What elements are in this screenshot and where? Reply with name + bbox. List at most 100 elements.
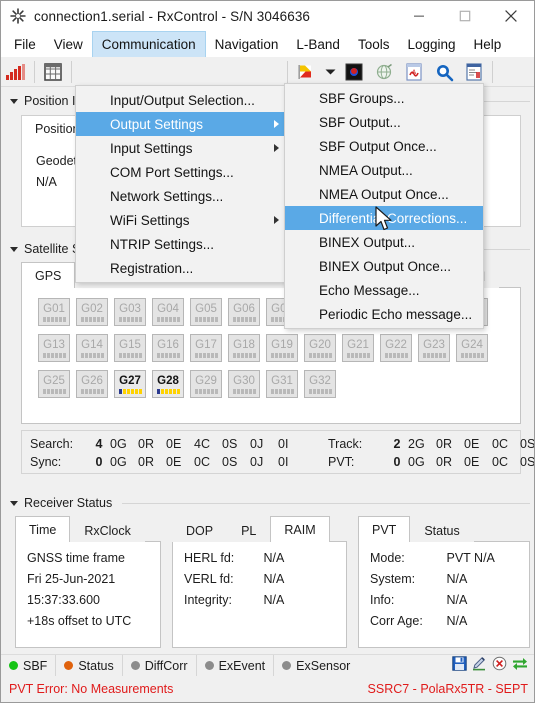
tab-status[interactable]: Status (410, 518, 474, 542)
counter-cell: 2G (408, 437, 425, 451)
receiver-status-panels: Time RxClock GNSS time frame Fri 25-Jun-… (15, 516, 530, 648)
menu-item-registration[interactable]: Registration... (76, 256, 288, 280)
time-pane: GNSS time frame Fri 25-Jun-2021 15:37:33… (15, 542, 161, 648)
satellite-g02[interactable]: G02 (76, 298, 108, 326)
menu-item-ntrip-settings[interactable]: NTRIP Settings... (76, 232, 288, 256)
submenu-item-sbf-output-once[interactable]: SBF Output Once... (285, 134, 483, 158)
satellite-g20[interactable]: G20 (304, 334, 336, 362)
maximize-button[interactable] (442, 1, 488, 31)
satellite-g16[interactable]: G16 (152, 334, 184, 362)
status-exsensor[interactable]: ExSensor (274, 655, 358, 677)
satellite-g06[interactable]: G06 (228, 298, 260, 326)
collapse-triangle-icon[interactable] (10, 98, 18, 104)
menu-item-label: SBF Groups... (319, 90, 405, 106)
report-icon[interactable] (459, 58, 489, 86)
satellite-g15[interactable]: G15 (114, 334, 146, 362)
menu-item-input-settings[interactable]: Input Settings (76, 136, 288, 160)
satellite-g04[interactable]: G04 (152, 298, 184, 326)
satellite-g25[interactable]: G25 (38, 370, 70, 398)
menu-item-output-settings[interactable]: Output Settings (76, 112, 288, 136)
menu-item-com-port-settings[interactable]: COM Port Settings... (76, 160, 288, 184)
satellite-g18[interactable]: G18 (228, 334, 260, 362)
counter-cell: 0E (464, 455, 480, 469)
satellite-g17[interactable]: G17 (190, 334, 222, 362)
submenu-item-echo-message[interactable]: Echo Message... (285, 278, 483, 302)
tab-rxclock[interactable]: RxClock (70, 518, 145, 542)
menu-item-wifi-settings[interactable]: WiFi Settings (76, 208, 288, 232)
toolbar-separator (34, 60, 35, 83)
satellite-g24[interactable]: G24 (456, 334, 488, 362)
status-exevent[interactable]: ExEvent (197, 654, 275, 677)
submenu-item-sbf-groups[interactable]: SBF Groups... (285, 86, 483, 110)
menu-navigation[interactable]: Navigation (206, 31, 288, 57)
log-pen-icon[interactable] (472, 656, 487, 676)
satellite-label: G30 (233, 375, 255, 387)
satellite-g19[interactable]: G19 (266, 334, 298, 362)
globe-icon[interactable] (369, 58, 399, 86)
pvt-key: Corr Age: (370, 614, 423, 628)
search-icon[interactable] (429, 58, 459, 86)
dropdown-caret-icon[interactable] (321, 68, 339, 76)
menu-view[interactable]: View (45, 31, 92, 57)
grid-table-icon[interactable] (38, 58, 68, 86)
satellite-g29[interactable]: G29 (190, 370, 222, 398)
status-diffcorr[interactable]: DiffCorr (123, 654, 197, 677)
satellite-g32[interactable]: G32 (304, 370, 336, 398)
menu-file[interactable]: File (5, 31, 45, 57)
tab-pl[interactable]: PL (227, 518, 271, 542)
satellite-g14[interactable]: G14 (76, 334, 108, 362)
signal-bars-icon[interactable] (1, 58, 31, 86)
satellite-g27[interactable]: G27 (114, 370, 146, 398)
satellite-g31[interactable]: G31 (266, 370, 298, 398)
counter-cell: 0E (166, 455, 182, 469)
satellite-g21[interactable]: G21 (342, 334, 374, 362)
raim-key: Integrity: (184, 593, 232, 607)
status-sbf[interactable]: SBF (1, 654, 57, 677)
receiver-status-header[interactable]: Receiver Status (7, 495, 530, 511)
pdf-icon[interactable]: A (399, 58, 429, 86)
menu-help[interactable]: Help (465, 31, 511, 57)
submenu-item-binex-output-once[interactable]: BINEX Output Once... (285, 254, 483, 278)
tab-pvt[interactable]: PVT (358, 516, 411, 542)
status-status[interactable]: Status (56, 654, 123, 677)
menu-logging[interactable]: Logging (398, 31, 464, 57)
tab-gps[interactable]: GPS (21, 262, 76, 288)
menu-item-input-output-selection[interactable]: Input/Output Selection... (76, 88, 288, 112)
raim-key: VERL fd: (184, 572, 234, 586)
flag-icon[interactable] (291, 58, 321, 86)
submenu-item-periodic-echo-message[interactable]: Periodic Echo message... (285, 302, 483, 326)
menu-item-network-settings[interactable]: Network Settings... (76, 184, 288, 208)
satellite-g22[interactable]: G22 (380, 334, 412, 362)
minimize-button[interactable] (396, 1, 442, 31)
submenu-item-sbf-output[interactable]: SBF Output... (285, 110, 483, 134)
record-icon[interactable] (339, 58, 369, 86)
satellite-g28[interactable]: G28 (152, 370, 184, 398)
menu-tools[interactable]: Tools (349, 31, 399, 57)
submenu-item-binex-output[interactable]: BINEX Output... (285, 230, 483, 254)
satellite-g23[interactable]: G23 (418, 334, 450, 362)
status-led-icon (64, 661, 74, 670)
tab-time[interactable]: Time (15, 516, 71, 542)
communication-menu: Input/Output Selection... Output Settings… (75, 85, 289, 283)
satellite-g01[interactable]: G01 (38, 298, 70, 326)
submenu-item-nmea-output[interactable]: NMEA Output... (285, 158, 483, 182)
satellite-g30[interactable]: G30 (228, 370, 260, 398)
submenu-item-nmea-output-once[interactable]: NMEA Output Once... (285, 182, 483, 206)
save-disk-icon[interactable] (452, 655, 467, 676)
satellite-g26[interactable]: G26 (76, 370, 108, 398)
satellite-g05[interactable]: G05 (190, 298, 222, 326)
signal-bars-icon (118, 317, 142, 322)
tab-dop[interactable]: DOP (172, 518, 228, 542)
data-flow-icon[interactable] (512, 656, 528, 676)
collapse-triangle-icon-2[interactable] (10, 246, 18, 252)
disconnect-icon[interactable] (492, 656, 507, 676)
menu-lband[interactable]: L-Band (287, 31, 349, 57)
collapse-triangle-icon-3[interactable] (10, 500, 18, 506)
satellite-g13[interactable]: G13 (38, 334, 70, 362)
tab-raim[interactable]: RAIM (270, 516, 330, 542)
counter-cell: 4C (194, 437, 210, 451)
submenu-item-differential-corrections[interactable]: Differential Corrections... (285, 206, 483, 230)
satellite-g03[interactable]: G03 (114, 298, 146, 326)
menu-communication[interactable]: Communication (91, 31, 206, 57)
close-button[interactable] (488, 1, 534, 31)
